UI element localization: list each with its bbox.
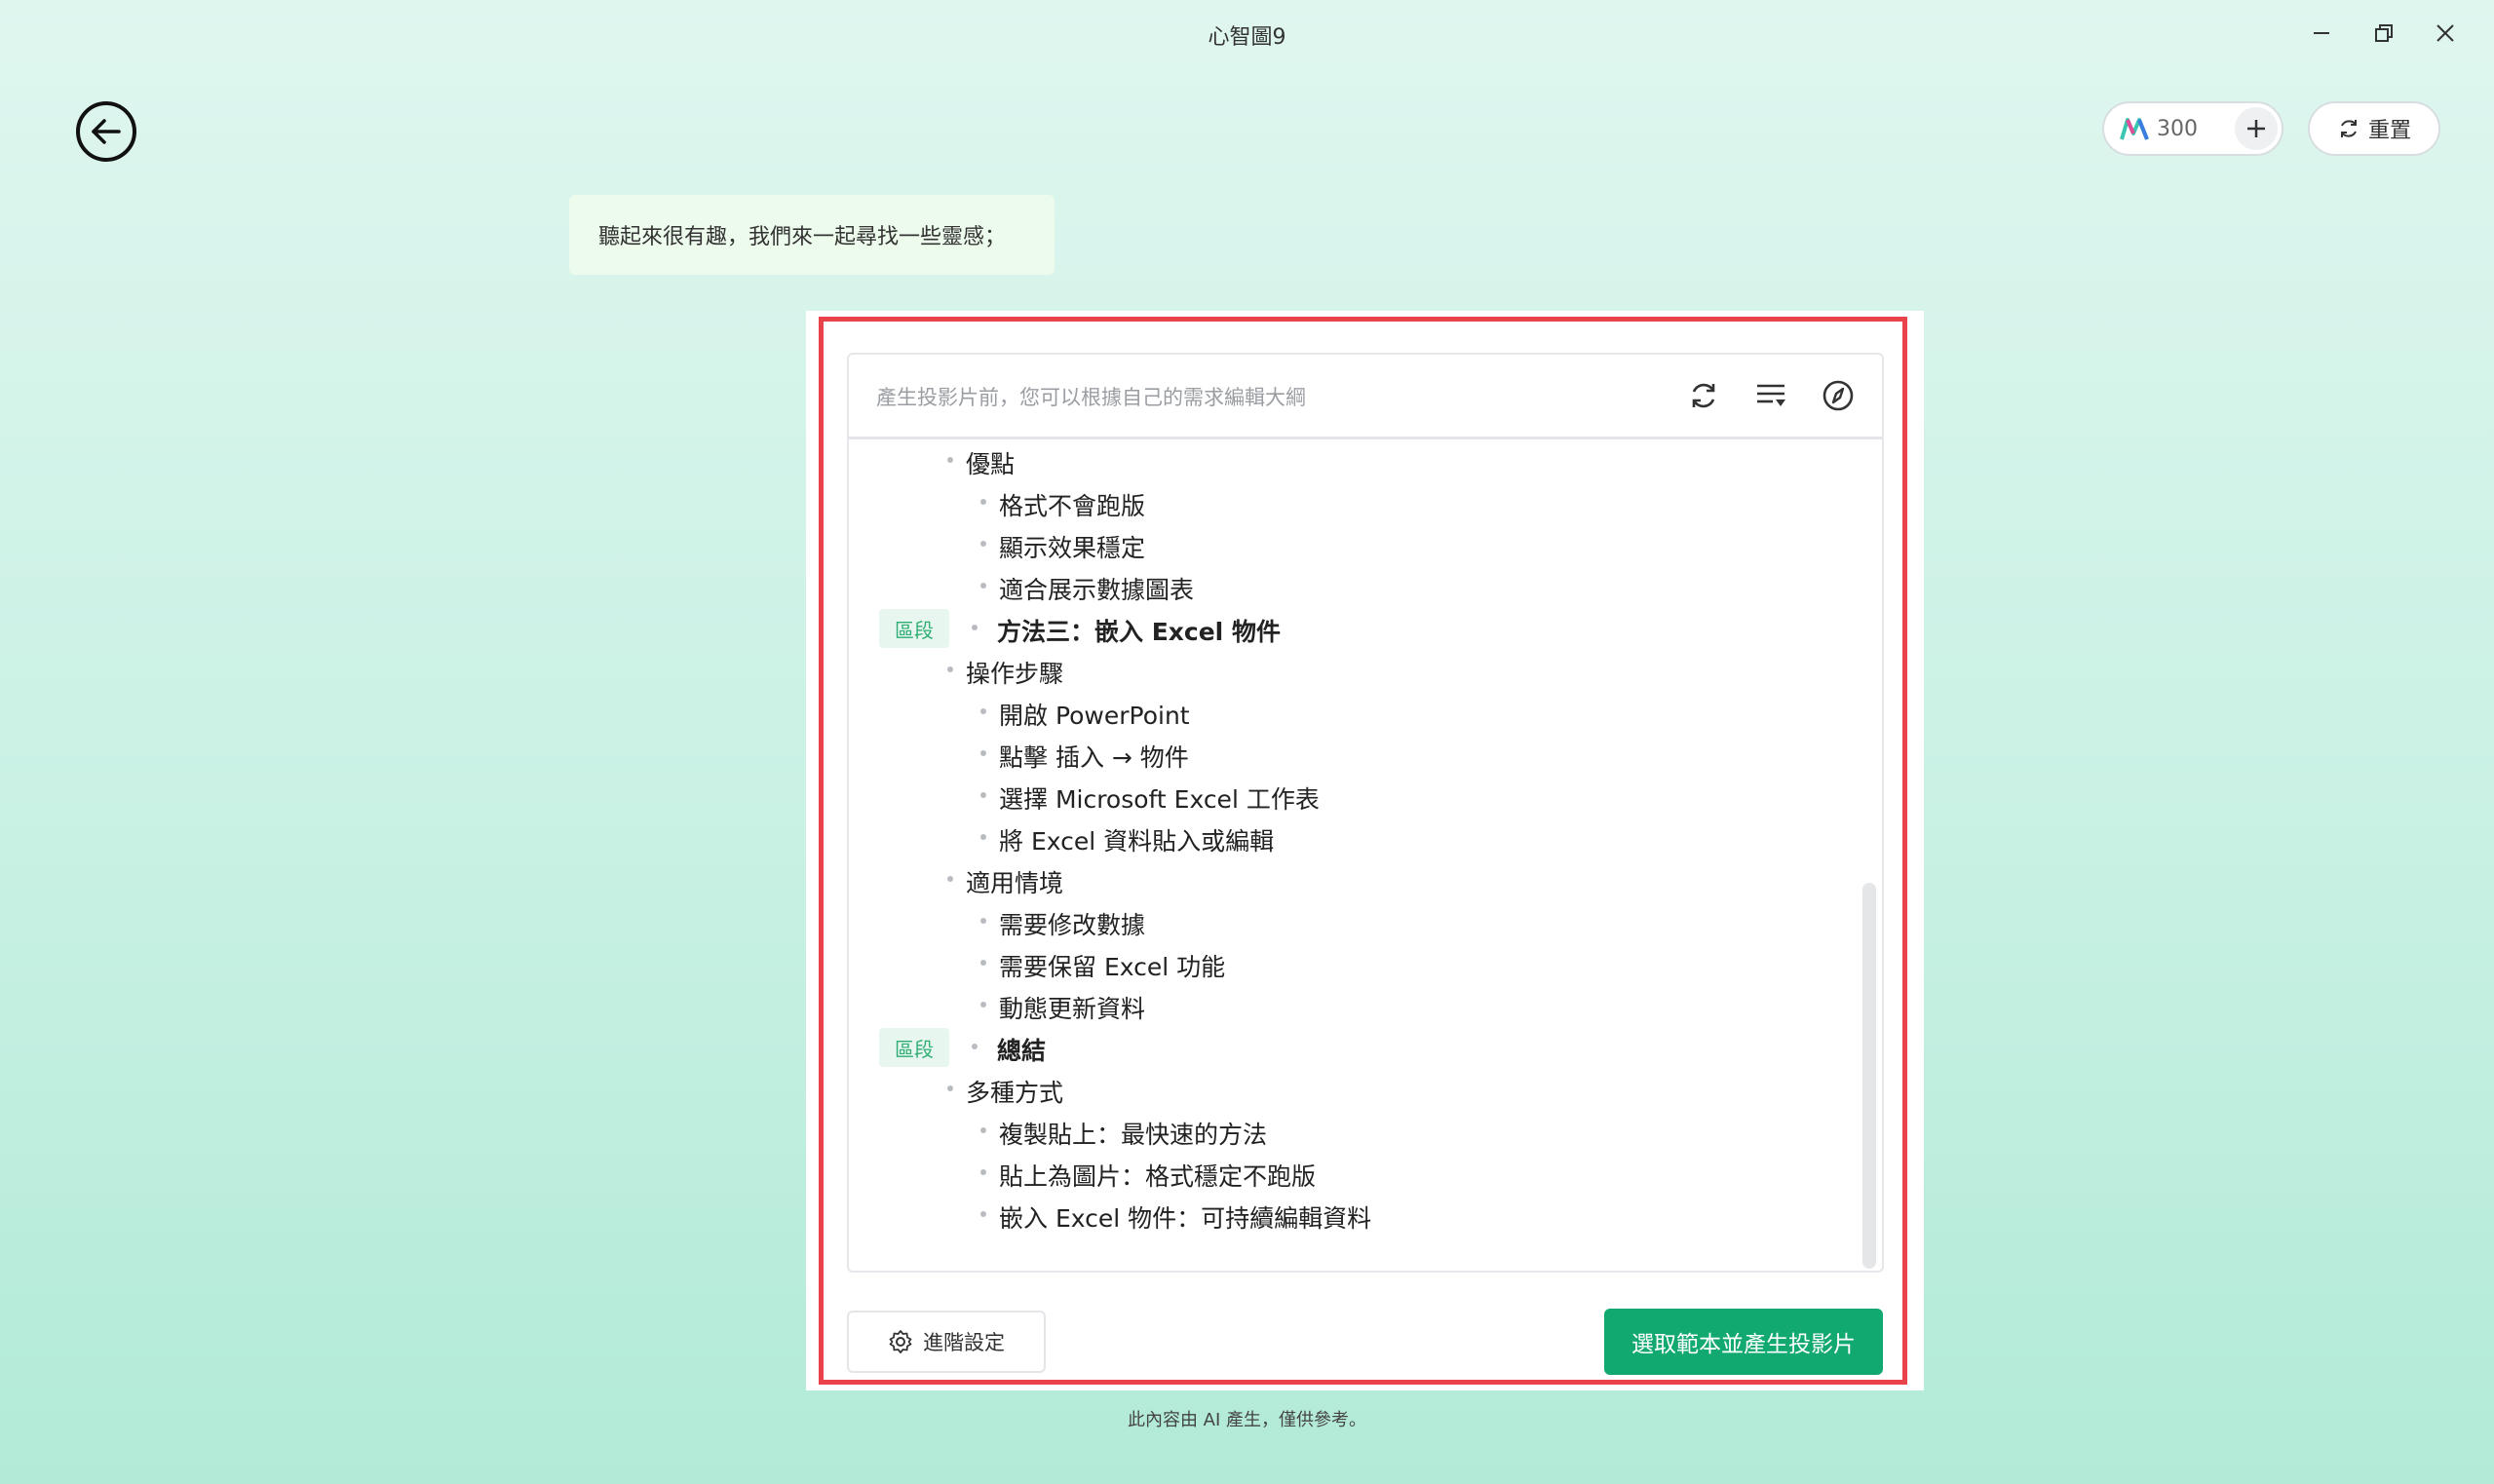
gear-icon xyxy=(889,1330,912,1353)
collapse-outline-button[interactable] xyxy=(1749,374,1792,417)
outline-item-text: 需要修改數據 xyxy=(999,911,1146,939)
outline-item-text: 多種方式 xyxy=(966,1079,1064,1107)
bullet xyxy=(980,1002,986,1008)
outline-item-text: 顯示效果穩定 xyxy=(999,534,1146,562)
bullet xyxy=(980,1169,986,1175)
editor-header: 產生投影片前，您可以根據自己的需求編輯大綱 xyxy=(849,355,1882,439)
outline-item-text: 需要保留 Excel 功能 xyxy=(999,953,1226,981)
list-collapse-icon xyxy=(1757,384,1785,406)
refresh-icon xyxy=(2340,120,2357,137)
bullet xyxy=(947,666,953,672)
close-button[interactable] xyxy=(2426,14,2465,53)
window-title: 心智圖9 xyxy=(1208,25,1286,50)
outline-item-text: 複製貼上：最快速的方法 xyxy=(999,1121,1268,1149)
sync-icon xyxy=(1692,383,1715,408)
credits-pill: 300 xyxy=(2102,101,2283,156)
outline-item-text: 方法三：嵌入 Excel 物件 xyxy=(997,618,1281,646)
outline-item-text: 適合展示數據圖表 xyxy=(999,576,1195,604)
editor-hint: 產生投影片前，您可以根據自己的需求編輯大綱 xyxy=(876,386,1306,409)
bullet xyxy=(980,792,986,798)
close-icon xyxy=(2436,24,2454,42)
minimize-icon xyxy=(2314,32,2329,34)
bullet xyxy=(980,708,986,714)
brand-logo-icon xyxy=(2120,118,2149,140)
regenerate-button[interactable] xyxy=(1682,374,1725,417)
reset-button[interactable]: 重置 xyxy=(2308,101,2440,156)
bullet xyxy=(947,876,953,882)
outline-item-text: 選擇 Microsoft Excel 工作表 xyxy=(999,785,1320,814)
bullet xyxy=(980,918,986,924)
plus-icon xyxy=(2247,120,2265,137)
chat-message: 聽起來很有趣，我們來一起尋找一些靈感； xyxy=(569,195,1055,275)
bullet xyxy=(980,960,986,966)
add-credits-button[interactable] xyxy=(2235,107,2278,150)
bullet xyxy=(980,1127,986,1133)
section-tag[interactable]: 區段 xyxy=(879,1028,949,1067)
outline-item-text: 優點 xyxy=(966,450,1016,478)
explore-button[interactable] xyxy=(1817,374,1860,417)
bullet xyxy=(980,750,986,756)
outline-item-text: 操作步驟 xyxy=(966,660,1064,688)
bullet xyxy=(980,1211,986,1217)
outline-item-text: 適用情境 xyxy=(966,869,1064,897)
arrow-left-icon xyxy=(92,119,121,144)
outline-item-text: 將 Excel 資料貼入或編輯 xyxy=(999,827,1275,856)
credits-count: 300 xyxy=(2157,116,2198,141)
reset-label: 重置 xyxy=(2367,119,2411,143)
restore-button[interactable] xyxy=(2364,14,2403,53)
bullet xyxy=(947,457,953,463)
outline-item-text: 動態更新資料 xyxy=(999,995,1146,1023)
outline-item-text: 嵌入 Excel 物件：可持續編輯資料 xyxy=(999,1204,1372,1233)
minimize-button[interactable] xyxy=(2302,14,2341,53)
bullet xyxy=(980,499,986,505)
compass-icon xyxy=(1823,380,1854,411)
generate-slides-button[interactable]: 選取範本並產生投影片 xyxy=(1604,1309,1883,1375)
advanced-settings-label: 進階設定 xyxy=(923,1331,1005,1354)
outline-item-text: 總結 xyxy=(997,1037,1047,1065)
bullet xyxy=(980,834,986,840)
back-button[interactable] xyxy=(76,101,136,162)
bullet xyxy=(980,583,986,589)
restore-icon xyxy=(2375,24,2393,42)
outline-item-text: 點擊 插入 → 物件 xyxy=(999,743,1189,772)
title-bar: 心智圖9 xyxy=(0,0,2494,68)
section-tag[interactable]: 區段 xyxy=(879,609,949,648)
outline-item-text: 貼上為圖片：格式穩定不跑版 xyxy=(999,1162,1317,1191)
bullet xyxy=(980,541,986,547)
outline-editor: 產生投影片前，您可以根據自己的需求編輯大綱 優點 格式不會跑版 顯示效果穩定 適… xyxy=(847,353,1884,1273)
outline-item-text: 開啟 PowerPoint xyxy=(999,702,1190,730)
bullet xyxy=(972,1044,978,1049)
bullet xyxy=(947,1085,953,1091)
ai-disclaimer: 此內容由 AI 產生，僅供參考。 xyxy=(1127,1410,1367,1430)
outline-scrollbar[interactable] xyxy=(1862,883,1876,1269)
advanced-settings-button[interactable]: 進階設定 xyxy=(847,1311,1046,1373)
bullet xyxy=(972,625,978,630)
outline-list: 優點 格式不會跑版 顯示效果穩定 適合展示數據圖表 區段 方法三：嵌入 Exce… xyxy=(849,439,1882,1271)
outline-item-text: 格式不會跑版 xyxy=(999,492,1146,520)
